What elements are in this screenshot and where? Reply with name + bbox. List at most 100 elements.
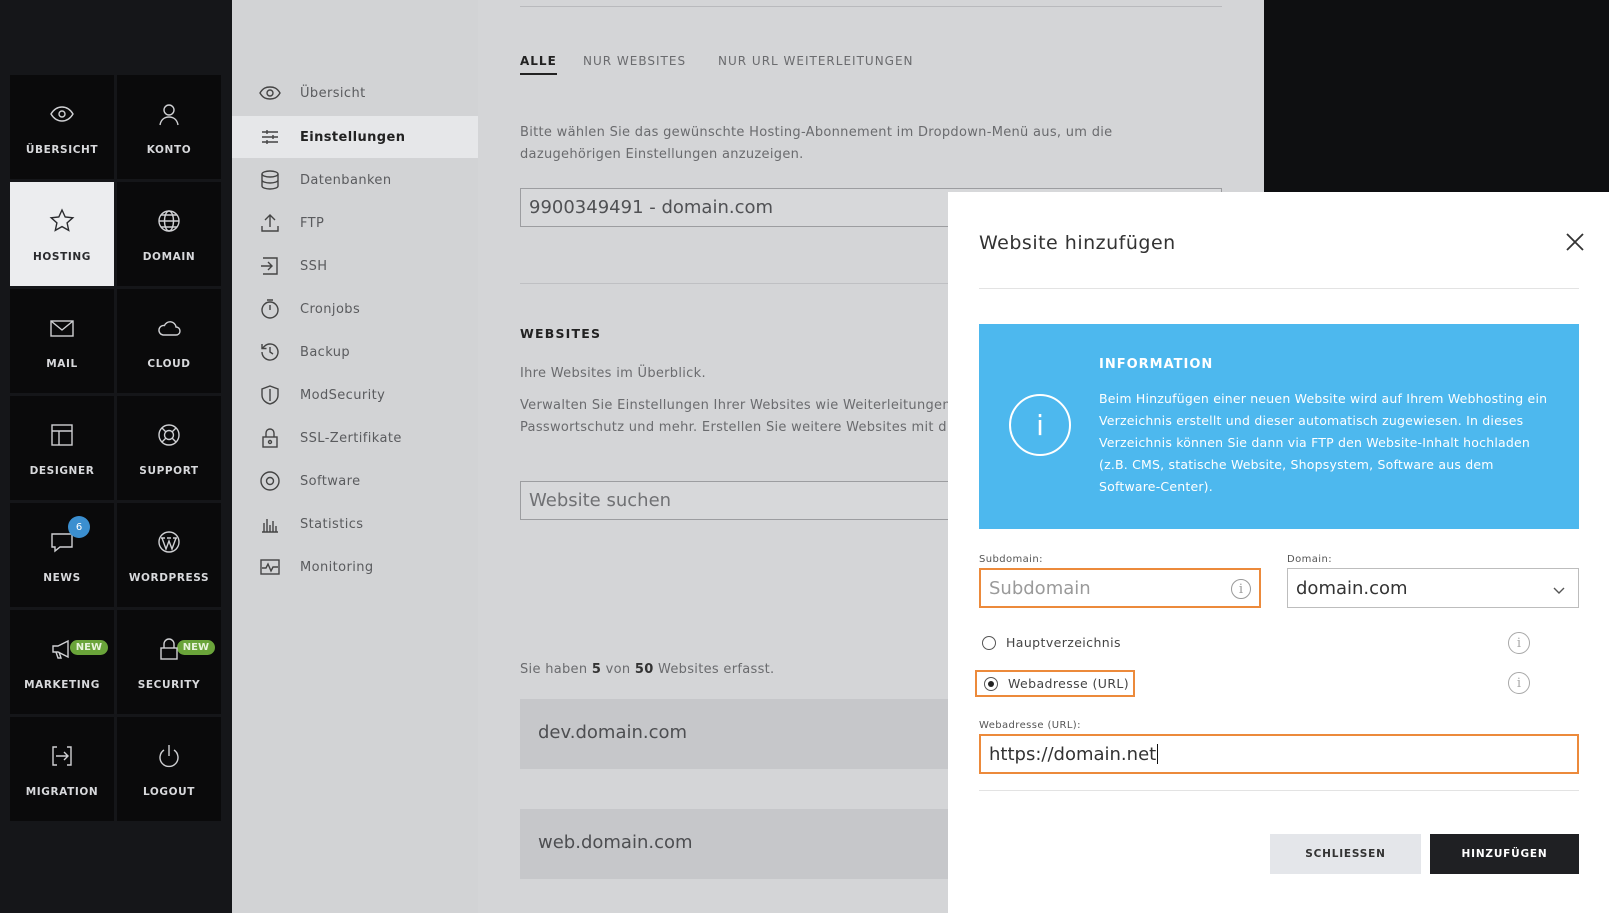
- tile-label: NEWS: [43, 572, 81, 584]
- add-website-modal: Website hinzufügen i INFORMATION Beim Hi…: [948, 192, 1609, 913]
- tile-news[interactable]: 6 NEWS: [10, 503, 114, 607]
- tile-label: LOGOUT: [142, 786, 196, 798]
- cloud-icon: [153, 312, 185, 344]
- websites-heading: WEBSITES: [520, 326, 602, 341]
- subnav-label: SSH: [300, 258, 328, 274]
- information-box: i INFORMATION Beim Hinzufügen einer neue…: [979, 324, 1579, 529]
- url-input[interactable]: https://domain.net: [979, 734, 1579, 774]
- shield-icon: [258, 383, 282, 407]
- subnav-item-ssl-zertifikate[interactable]: SSL-Zertifikate: [232, 417, 478, 459]
- close-icon[interactable]: [1563, 230, 1587, 254]
- subnav-label: FTP: [300, 215, 325, 231]
- radio-hauptverzeichnis[interactable]: Hauptverzeichnis: [982, 635, 1121, 650]
- subnav-item-software[interactable]: Software: [232, 460, 478, 502]
- tile-security[interactable]: NEW SECURITY: [117, 610, 221, 714]
- eye-icon: [258, 81, 282, 105]
- news-count-badge: 6: [68, 516, 90, 538]
- tile-wordpress[interactable]: WORDPRESS: [117, 503, 221, 607]
- tile-label: DOMAIN: [142, 251, 196, 263]
- tile-logout[interactable]: LOGOUT: [117, 717, 221, 821]
- info-heading: INFORMATION: [1099, 357, 1214, 372]
- radio-button[interactable]: [982, 635, 996, 650]
- radio-webadresse[interactable]: Webadresse (URL): [975, 670, 1136, 697]
- user-icon: [153, 98, 185, 130]
- subnav-label: Backup: [300, 344, 351, 360]
- layout-icon: [46, 419, 78, 451]
- info-icon: i: [1009, 394, 1071, 456]
- history-icon: [258, 340, 282, 364]
- subnav-label: Übersicht: [300, 85, 366, 101]
- subnav-label: Software: [300, 473, 361, 489]
- tile-label: DESIGNER: [29, 465, 95, 477]
- tile-migration[interactable]: MIGRATION: [10, 717, 114, 821]
- main-tile-menu: ÜBERSICHT KONTO HOSTING DOMAIN MAIL CLOU…: [0, 0, 232, 913]
- subnav-item-ftp[interactable]: FTP: [232, 202, 478, 244]
- sliders-icon: [258, 125, 282, 149]
- info-icon[interactable]: i: [1508, 632, 1530, 654]
- eye-icon: [46, 98, 78, 130]
- subnav-item-backup[interactable]: Backup: [232, 331, 478, 373]
- subnav-item-modsecurity[interactable]: ModSecurity: [232, 374, 478, 416]
- tile-label: MAIL: [46, 358, 78, 370]
- add-button[interactable]: HINZUFÜGEN: [1430, 834, 1579, 874]
- url-value: https://domain.net: [989, 743, 1157, 765]
- subnav-item-cronjobs[interactable]: Cronjobs: [232, 288, 478, 330]
- pulse-icon: [258, 555, 282, 579]
- subdomain-placeholder: Subdomain: [989, 577, 1091, 599]
- tile-label: MIGRATION: [25, 786, 99, 798]
- tile-hosting[interactable]: HOSTING: [10, 182, 114, 286]
- tile-label: WORDPRESS: [128, 572, 210, 584]
- websites-subtitle: Ihre Websites im Überblick.: [520, 366, 706, 381]
- info-icon[interactable]: i: [1508, 672, 1530, 694]
- globe-icon: [153, 205, 185, 237]
- disc-icon: [258, 469, 282, 493]
- stopwatch-icon: [258, 297, 282, 321]
- tile-domain[interactable]: DOMAIN: [117, 182, 221, 286]
- subnav-item-uebersicht[interactable]: Übersicht: [232, 72, 478, 114]
- subnav-label: ModSecurity: [300, 387, 386, 403]
- tile-cloud[interactable]: CLOUD: [117, 289, 221, 393]
- tab-nur-url-weiterleitungen[interactable]: NUR URL WEITERLEITUNGEN: [718, 54, 914, 68]
- subnav-item-monitoring[interactable]: Monitoring: [232, 546, 478, 588]
- subnav-item-einstellungen[interactable]: Einstellungen: [232, 116, 478, 158]
- tile-mail[interactable]: MAIL: [10, 289, 114, 393]
- domain-select[interactable]: domain.com: [1287, 568, 1579, 608]
- intro-line: Bitte wählen Sie das gewünschte Hosting-…: [520, 125, 1113, 140]
- tab-alle[interactable]: ALLE: [520, 54, 557, 75]
- description-line: Verwalten Sie Einstellungen Ihrer Websit…: [520, 398, 951, 413]
- subdomain-input[interactable]: Subdomain i: [979, 568, 1261, 608]
- url-label: Webadresse (URL):: [979, 720, 1081, 731]
- tile-marketing[interactable]: NEW MARKETING: [10, 610, 114, 714]
- close-button[interactable]: SCHLIESSEN: [1270, 834, 1421, 874]
- subnav-item-ssh[interactable]: SSH: [232, 245, 478, 287]
- tile-label: CLOUD: [147, 358, 191, 370]
- subdomain-label: Subdomain:: [979, 554, 1043, 565]
- tile-konto[interactable]: KONTO: [117, 75, 221, 179]
- subnav-label: Statistics: [300, 516, 364, 532]
- subnav-label: SSL-Zertifikate: [300, 430, 402, 446]
- database-icon: [258, 168, 282, 192]
- tab-nur-websites[interactable]: NUR WEBSITES: [583, 54, 686, 68]
- count-text: Websites erfasst.: [653, 662, 775, 677]
- tile-support[interactable]: SUPPORT: [117, 396, 221, 500]
- website-count-text: Sie haben 5 von 50 Websites erfasst.: [520, 662, 774, 677]
- intro-text: Bitte wählen Sie das gewünschte Hosting-…: [520, 122, 1112, 166]
- modal-title: Website hinzufügen: [979, 232, 1176, 254]
- text-caret: [1157, 744, 1159, 764]
- subnav-item-datenbanken[interactable]: Datenbanken: [232, 159, 478, 201]
- tile-designer[interactable]: DESIGNER: [10, 396, 114, 500]
- subnav-label: Cronjobs: [300, 301, 361, 317]
- intro-line: dazugehörigen Einstellungen anzuzeigen.: [520, 147, 804, 162]
- subnav-item-statistics[interactable]: Statistics: [232, 503, 478, 545]
- radio-button[interactable]: [984, 676, 998, 691]
- tile-label: MARKETING: [24, 679, 100, 691]
- info-text: Beim Hinzufügen einer neuen Website wird…: [1099, 391, 1548, 494]
- star-icon: [46, 205, 78, 237]
- info-icon[interactable]: i: [1231, 579, 1251, 599]
- envelope-icon: [46, 312, 78, 344]
- tile-label: HOSTING: [33, 251, 91, 263]
- count-text: von: [601, 662, 635, 677]
- tile-uebersicht[interactable]: ÜBERSICHT: [10, 75, 114, 179]
- divider: [520, 6, 1222, 7]
- subnav-label: Einstellungen: [300, 129, 406, 145]
